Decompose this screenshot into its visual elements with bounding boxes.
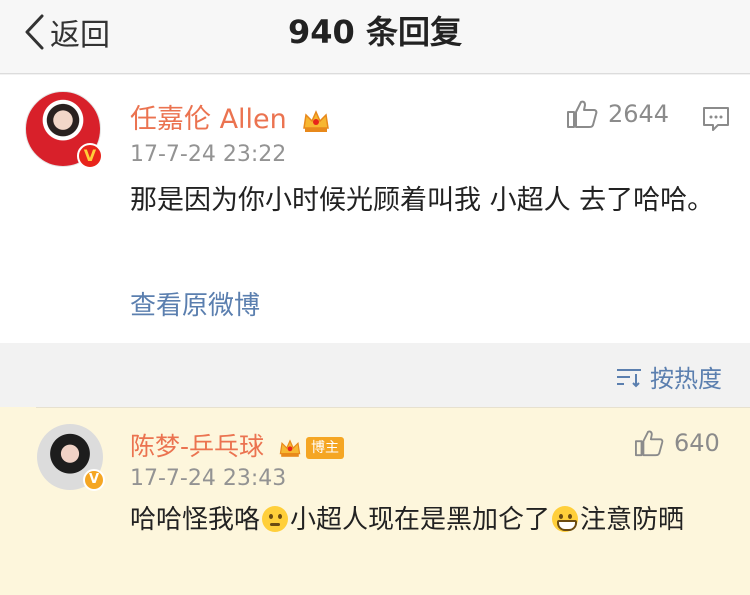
reply-text-part: 注意防晒 xyxy=(580,505,685,535)
verified-badge-icon: V xyxy=(83,469,105,491)
crown-icon xyxy=(279,439,301,457)
reply-username-text: 陈梦-乒乓球 xyxy=(130,432,265,461)
reply-text-part: 小超人现在是黑加仑了 xyxy=(290,505,551,535)
like-button[interactable]: 640 xyxy=(634,429,720,457)
top-nav-bar: 返回 940 条回复 xyxy=(0,0,750,74)
crown-icon xyxy=(303,109,330,132)
post-content: 那是因为你小时候光顾着叫我 小超人 去了哈哈。 xyxy=(130,185,715,216)
sort-bar: 按热度 xyxy=(0,343,750,407)
like-button[interactable]: 2644 xyxy=(566,99,669,129)
sort-label: 按热度 xyxy=(650,365,722,393)
reply-username[interactable]: 陈梦-乒乓球 博主 xyxy=(130,427,344,463)
post-username-text: 任嘉伦 Allen xyxy=(130,104,287,135)
comment-icon[interactable] xyxy=(702,105,730,133)
like-count: 2644 xyxy=(608,100,670,128)
blogger-badge: 博主 xyxy=(305,437,344,459)
view-original-link[interactable]: 查看原微博 xyxy=(130,285,260,322)
thinking-emoji-icon xyxy=(262,506,289,532)
thumbs-up-icon xyxy=(635,430,664,457)
sort-by-hot-button[interactable]: 按热度 xyxy=(616,359,722,394)
page-title: 940 条回复 xyxy=(288,13,462,51)
post-timestamp: 17-7-24 23:22 xyxy=(130,142,287,167)
thumbs-up-icon xyxy=(567,100,598,128)
main-post: V 任嘉伦 Allen 17-7-24 23:22 2644 那是因为你小时候光… xyxy=(0,75,750,343)
grinning-emoji-icon xyxy=(552,506,579,532)
verified-badge-icon: V xyxy=(77,143,103,169)
like-count: 640 xyxy=(674,429,720,457)
reply-content: 哈哈怪我咯 小超人现在是黑加仑了 注意防晒 xyxy=(130,499,730,541)
sort-icon xyxy=(617,368,641,387)
reply-text-part: 哈哈怪我咯 xyxy=(130,505,261,535)
divider xyxy=(36,407,750,408)
reply-item: V 陈梦-乒乓球 博主 17-7-24 23:43 640 哈哈怪我咯 小超人现在… xyxy=(0,407,750,595)
reply-timestamp: 17-7-24 23:43 xyxy=(130,466,287,491)
post-username[interactable]: 任嘉伦 Allen xyxy=(130,97,331,136)
